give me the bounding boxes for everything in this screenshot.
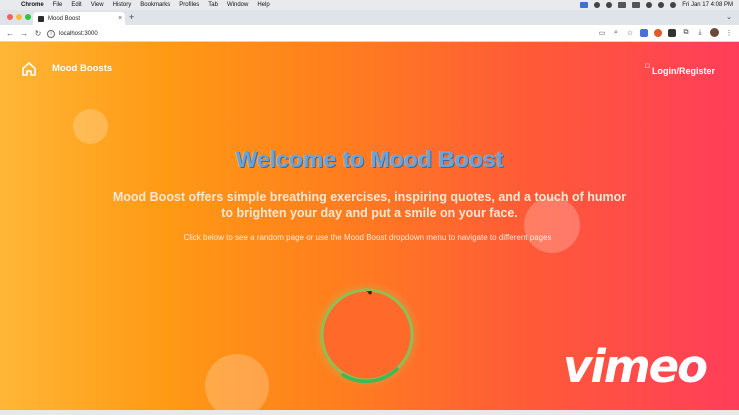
- back-icon[interactable]: ←: [4, 29, 16, 38]
- tab-strip: Mood Boost × + ⌄: [0, 10, 739, 25]
- menu-history[interactable]: History: [113, 2, 132, 8]
- bookmark-star-icon[interactable]: ☆: [626, 29, 634, 37]
- extension-icon[interactable]: [654, 28, 662, 37]
- vimeo-watermark: vimeo: [563, 340, 708, 393]
- menu-bookmarks[interactable]: Bookmarks: [140, 2, 170, 8]
- pointer-cursor-icon: ☚: [366, 290, 373, 297]
- decorative-bubble: [73, 109, 108, 144]
- status-dot-icon[interactable]: [594, 2, 601, 8]
- cast-icon[interactable]: ▭: [598, 29, 606, 37]
- status-dot-icon[interactable]: [606, 2, 613, 8]
- page-title: Welcome to Mood Boost: [235, 146, 504, 172]
- intro-text: Mood Boost offers simple breathing exerc…: [0, 189, 739, 221]
- intro-line-2: to brighten your day and put a smile on …: [221, 206, 518, 220]
- battery-icon[interactable]: [632, 2, 641, 8]
- menu-view[interactable]: View: [91, 2, 104, 8]
- tab-mood-boost[interactable]: Mood Boost ×: [33, 12, 125, 25]
- intro-line-1: Mood Boost offers simple breathing exerc…: [112, 190, 627, 204]
- control-center-icon[interactable]: [670, 2, 677, 8]
- clock[interactable]: Fri Jan 17 4:08 PM: [682, 2, 733, 8]
- window-controls: [7, 14, 31, 20]
- zoom-window-button[interactable]: [25, 14, 31, 20]
- site-info-icon[interactable]: i: [47, 29, 55, 38]
- profile-avatar[interactable]: [710, 28, 719, 37]
- new-tab-button[interactable]: +: [129, 12, 134, 22]
- random-page-button[interactable]: [299, 283, 435, 388]
- menu-window[interactable]: Window: [227, 2, 248, 8]
- macos-menubar: Chrome File Edit View History Bookmarks …: [0, 0, 739, 10]
- more-menu-icon[interactable]: ⋮: [725, 29, 733, 37]
- login-register-link[interactable]: ⬚ Login/Register: [645, 63, 715, 76]
- menu-file[interactable]: File: [53, 2, 63, 8]
- zoom-icon[interactable]: ⌕: [612, 29, 620, 37]
- close-tab-icon[interactable]: ×: [115, 15, 125, 22]
- login-register-label: Login/Register: [651, 66, 715, 76]
- brand-dropdown[interactable]: Mood Boosts: [52, 63, 112, 74]
- tab-search-icon[interactable]: ⌄: [726, 13, 732, 21]
- wifi-icon[interactable]: [646, 2, 653, 8]
- minimize-window-button[interactable]: [16, 14, 22, 20]
- extension-icon[interactable]: [640, 28, 648, 37]
- horizontal-scrollbar[interactable]: [0, 410, 739, 415]
- menu-app-name[interactable]: Chrome: [21, 2, 44, 8]
- decorative-bubble: [205, 354, 269, 415]
- tab-title: Mood Boost: [48, 15, 81, 22]
- home-icon[interactable]: [21, 61, 37, 77]
- display-icon[interactable]: [618, 2, 627, 8]
- menu-tab[interactable]: Tab: [208, 2, 218, 8]
- menu-edit[interactable]: Edit: [71, 2, 81, 8]
- toolbar-actions: ▭ ⌕ ☆ ⧉ ⤓ ⋮: [598, 28, 733, 37]
- mood-boost-page: Mood Boosts ⬚ Login/Register Welcome to …: [0, 42, 739, 415]
- browser-toolbar: ← → ↻ i localhost:3000 ▭ ⌕ ☆ ⧉ ⤓ ⋮: [0, 25, 739, 42]
- download-icon[interactable]: ⤓: [696, 29, 704, 37]
- extension-icon[interactable]: [668, 28, 676, 37]
- extensions-puzzle-icon[interactable]: ⧉: [682, 29, 690, 37]
- screen-record-icon[interactable]: [580, 2, 589, 8]
- forward-icon[interactable]: →: [18, 29, 30, 38]
- reload-icon[interactable]: ↻: [32, 29, 44, 38]
- login-icon: ⬚: [644, 63, 650, 69]
- search-icon[interactable]: [658, 2, 665, 8]
- favicon-icon: [38, 15, 44, 22]
- menu-help[interactable]: Help: [257, 2, 269, 8]
- url-text[interactable]: localhost:3000: [59, 31, 98, 37]
- status-area: Fri Jan 17 4:08 PM: [580, 0, 733, 10]
- address-bar[interactable]: i localhost:3000: [47, 27, 627, 40]
- instruction-text: Click below to see a random page or use …: [183, 233, 552, 242]
- close-window-button[interactable]: [7, 14, 13, 20]
- menu-profiles[interactable]: Profiles: [179, 2, 199, 8]
